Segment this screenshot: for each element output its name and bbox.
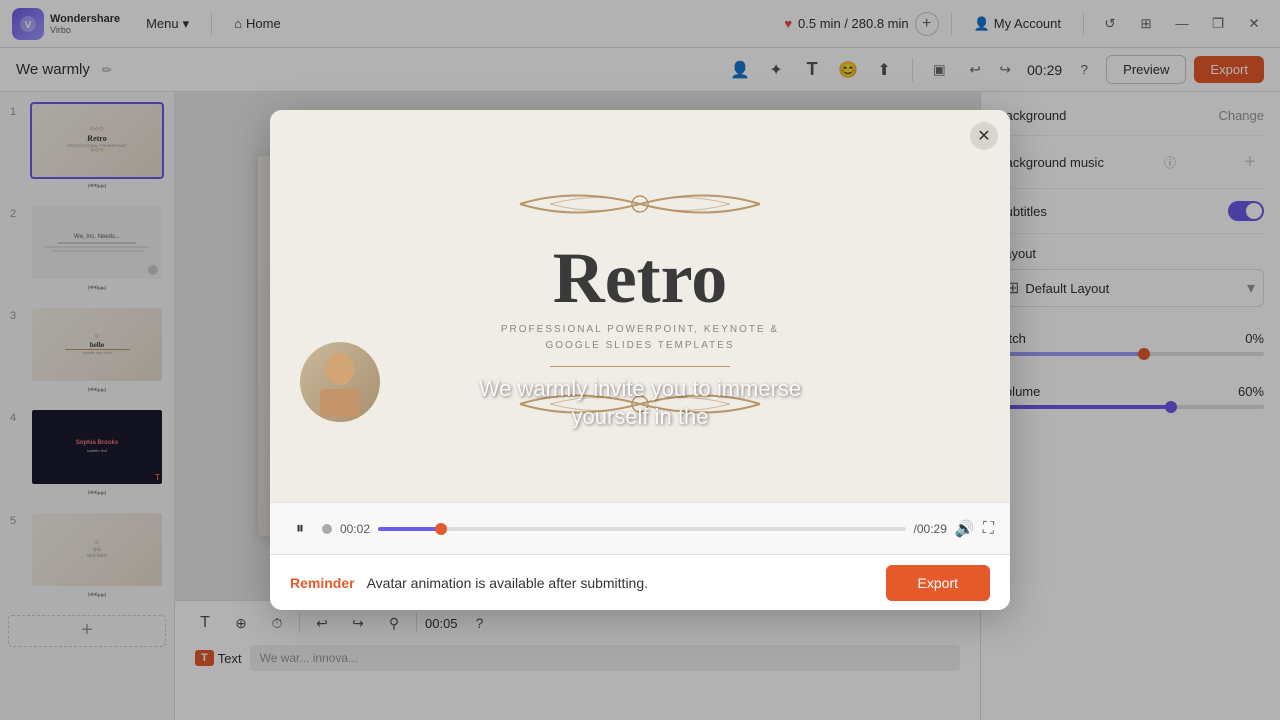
retro-subtitle: PROFESSIONAL POWERPOINT, KEYNOTE &GOOGLE… [501, 322, 779, 354]
subtitle-text: We warmly invite you to immerse yourself… [270, 375, 1010, 432]
retro-design: Retro PROFESSIONAL POWERPOINT, KEYNOTE &… [270, 110, 1010, 502]
time-total: /00:29 [914, 522, 947, 536]
reminder-text: Avatar animation is available after subm… [367, 575, 874, 591]
modal-overlay[interactable]: ✕ Retro PROFESSIONAL POWERPOINT, KEYNOTE… [0, 0, 1280, 720]
retro-ornament-top [510, 179, 770, 234]
modal-footer: Reminder Avatar animation is available a… [270, 554, 1010, 610]
modal-close-button[interactable]: ✕ [970, 122, 998, 150]
fullscreen-icon[interactable]: ⛶ [983, 520, 994, 538]
progress-thumb[interactable] [435, 523, 447, 535]
progress-bar[interactable] [378, 527, 905, 531]
progress-indicator [322, 524, 332, 534]
volume-icon[interactable]: 🔊 [955, 519, 975, 539]
export-modal-button[interactable]: Export [886, 565, 990, 601]
progress-fill [378, 527, 441, 531]
modal-controls: ⏸ 00:02 /00:29 🔊 ⛶ [270, 502, 1010, 554]
time-current: 00:02 [340, 522, 370, 536]
modal-video-area: Retro PROFESSIONAL POWERPOINT, KEYNOTE &… [270, 110, 1010, 502]
preview-modal: ✕ Retro PROFESSIONAL POWERPOINT, KEYNOTE… [270, 110, 1010, 610]
retro-title: Retro [553, 242, 728, 314]
pause-button[interactable]: ⏸ [286, 515, 314, 543]
reminder-label: Reminder [290, 575, 355, 591]
retro-line [550, 366, 730, 367]
